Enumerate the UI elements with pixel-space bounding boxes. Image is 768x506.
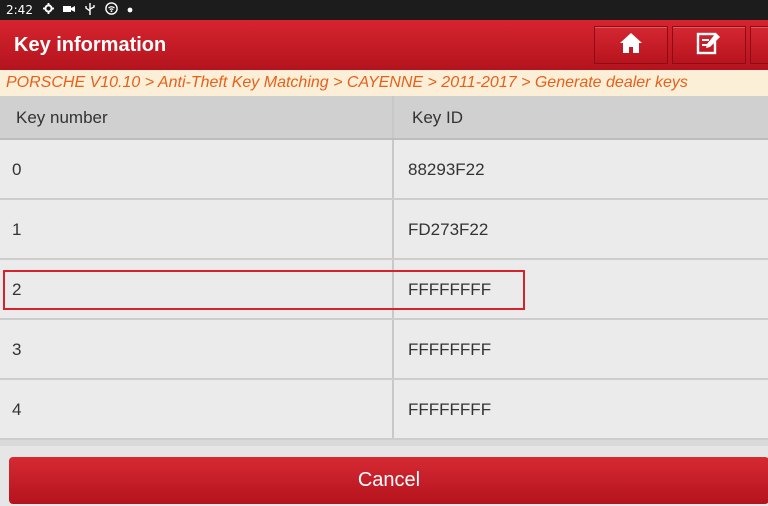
header-key-number: Key number [0, 96, 394, 138]
home-icon [619, 32, 643, 59]
table-row[interactable]: 0 88293F22 [0, 140, 768, 200]
home-button[interactable] [594, 26, 668, 64]
table-row[interactable]: 4 FFFFFFFF [0, 380, 768, 440]
table-header: Key number Key ID [0, 96, 768, 140]
more-button[interactable] [750, 26, 768, 64]
table-row[interactable]: 2 FFFFFFFF [0, 260, 768, 320]
key-id-cell: FFFFFFFF [408, 400, 492, 419]
table-row[interactable]: 3 FFFFFFFF [0, 320, 768, 380]
key-number-cell: 2 [0, 260, 394, 318]
key-id-cell: FFFFFFFF [408, 280, 492, 299]
camera-icon [62, 4, 75, 17]
title-bar: Key information [0, 20, 768, 70]
gear-icon [42, 3, 54, 17]
status-time: 2:42 [6, 3, 33, 17]
dot-icon [127, 5, 133, 16]
breadcrumb: PORSCHE V10.10 > Anti-Theft Key Matching… [0, 70, 768, 96]
key-id-cell: FD273F22 [408, 220, 489, 239]
header-key-id: Key ID [412, 108, 464, 127]
usb-icon [84, 2, 96, 18]
key-id-cell: FFFFFFFF [408, 340, 492, 359]
table-row[interactable]: 1 FD273F22 [0, 200, 768, 260]
footer: Cancel [0, 446, 768, 506]
key-number-cell: 4 [0, 380, 394, 438]
report-edit-icon [696, 31, 722, 60]
cancel-button[interactable]: Cancel [9, 457, 768, 504]
key-id-cell: 88293F22 [408, 160, 485, 179]
wifi-icon [105, 2, 118, 18]
key-number-cell: 3 [0, 320, 394, 378]
status-bar: 2:42 [0, 0, 768, 20]
key-number-cell: 1 [0, 200, 394, 258]
key-number-cell: 0 [0, 140, 394, 198]
report-edit-button[interactable] [672, 26, 746, 64]
key-table: Key number Key ID 0 88293F22 1 FD273F22 … [0, 96, 768, 440]
